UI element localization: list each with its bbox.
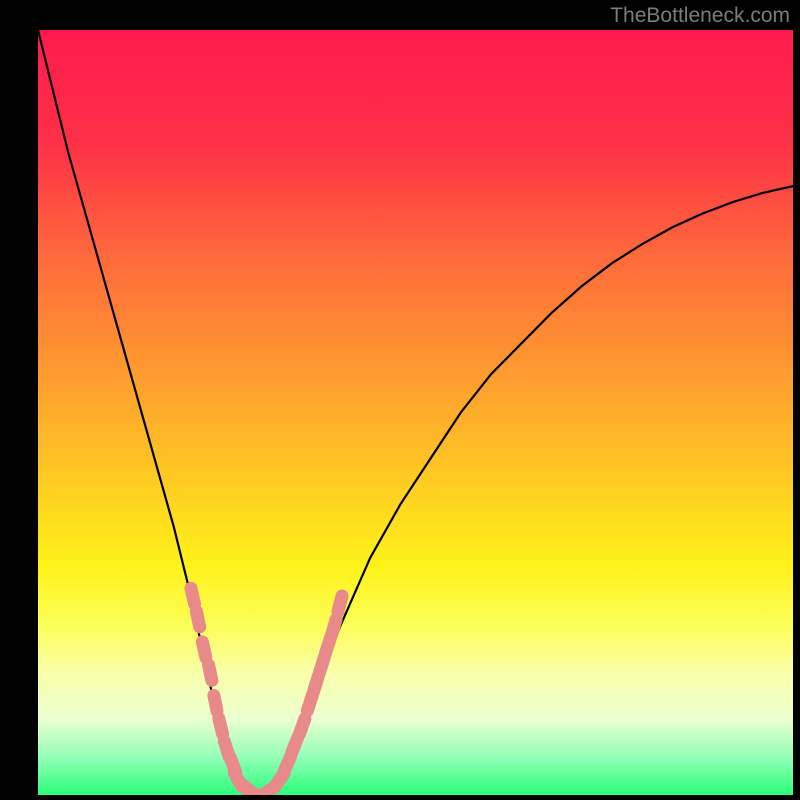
marker-dot bbox=[292, 738, 298, 753]
chart-plot-area bbox=[38, 30, 793, 795]
marker-dot bbox=[208, 665, 211, 681]
chart-svg bbox=[38, 30, 793, 795]
marker-dot bbox=[338, 596, 342, 611]
marker-dot bbox=[219, 718, 223, 734]
watermark-text: TheBottleneck.com bbox=[610, 4, 790, 28]
marker-dot bbox=[284, 757, 290, 772]
marker-dot bbox=[332, 619, 336, 634]
gradient-background bbox=[38, 30, 793, 795]
marker-dot bbox=[300, 719, 305, 734]
marker-dot bbox=[214, 695, 217, 711]
marker-dot bbox=[191, 588, 195, 604]
marker-dot bbox=[196, 611, 199, 627]
marker-dot bbox=[202, 642, 206, 658]
